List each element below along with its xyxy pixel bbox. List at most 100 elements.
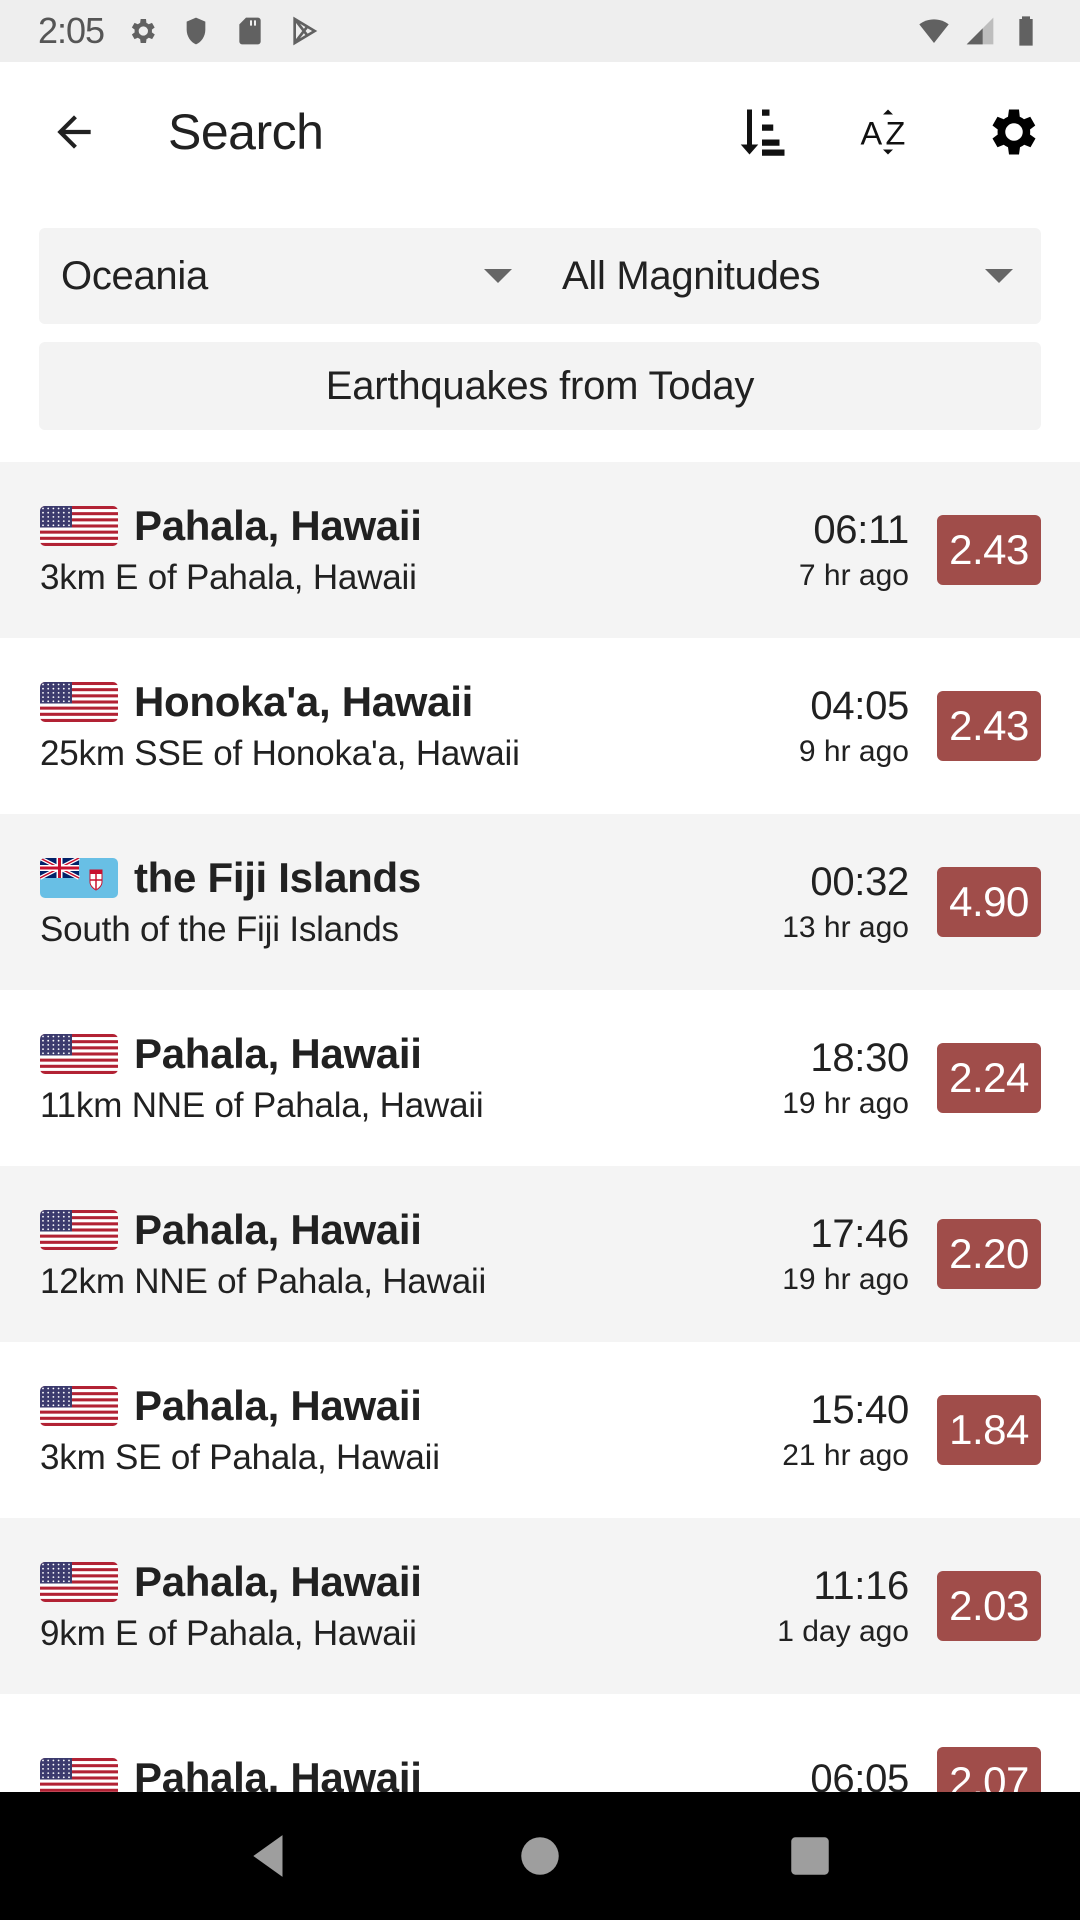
earthquake-info: Honoka'a, Hawaii 25km SSE of Honoka'a, H…	[40, 678, 799, 774]
earthquake-title-line: Pahala, Hawaii	[40, 1754, 810, 1792]
earthquake-place: Pahala, Hawaii	[134, 1382, 422, 1429]
earthquake-time: 06:05	[810, 1756, 909, 1793]
dropdown-arrow-icon	[484, 269, 512, 283]
earthquake-description: 12km NNE of Pahala, Hawaii	[40, 1262, 487, 1301]
earthquake-title-line: Honoka'a, Hawaii	[40, 678, 799, 726]
earthquake-place: Pahala, Hawaii	[134, 502, 422, 549]
earthquake-description: South of the Fiji Islands	[40, 910, 399, 949]
magnitude-value: 2.24	[949, 1054, 1029, 1101]
earthquake-time: 06:11	[813, 507, 909, 552]
magnitude-value: 2.07	[949, 1758, 1029, 1792]
earthquake-description: 3km E of Pahala, Hawaii	[40, 558, 417, 597]
arrow-back-icon	[57, 115, 91, 149]
filter-bar: Oceania All Magnitudes	[39, 228, 1041, 324]
magnitude-value: 2.20	[949, 1230, 1029, 1277]
us-flag	[40, 1386, 118, 1426]
sort-by-time-button[interactable]	[714, 84, 810, 180]
magnitude-value: 4.90	[949, 878, 1029, 925]
sort-alphabetical-button[interactable]: A Z	[840, 84, 936, 180]
earthquake-time-info: 06:11 7 hr ago	[799, 508, 909, 593]
shield-icon	[180, 14, 212, 48]
us-flag	[40, 1034, 118, 1074]
earthquake-time: 17:46	[810, 1211, 909, 1256]
recents-square-icon	[791, 1837, 829, 1875]
earthquake-title-line: Pahala, Hawaii	[40, 1558, 777, 1606]
earthquake-place: Honoka'a, Hawaii	[134, 678, 473, 725]
earthquake-info: Pahala, Hawaii 3km SE of Pahala, Hawaii	[40, 1382, 782, 1478]
earthquake-title-line: Pahala, Hawaii	[40, 502, 799, 550]
earthquakes-today-button[interactable]: Earthquakes from Today	[39, 342, 1041, 430]
status-icons-left	[126, 14, 320, 48]
earthquakes-today-label: Earthquakes from Today	[325, 363, 755, 408]
status-icons-right	[918, 14, 1042, 48]
sort-az-icon: A Z	[861, 109, 905, 155]
settings-button[interactable]	[966, 84, 1062, 180]
gear-icon	[992, 109, 1036, 155]
dropdown-arrow-icon	[985, 269, 1013, 283]
earthquake-info: the Fiji Islands South of the Fiji Islan…	[40, 854, 782, 950]
magnitude-dropdown[interactable]: All Magnitudes	[540, 228, 1041, 324]
settings-icon	[126, 14, 158, 48]
us-flag	[40, 1210, 118, 1250]
earthquake-row[interactable]: Pahala, Hawaii 11km NNE of Pahala, Hawai…	[0, 990, 1080, 1166]
magnitude-badge: 2.43	[937, 515, 1041, 585]
earthquake-row[interactable]: Pahala, Hawaii 12km NNE of Pahala, Hawai…	[0, 1166, 1080, 1342]
us-flag	[40, 506, 118, 546]
earthquake-row[interactable]: Honoka'a, Hawaii 25km SSE of Honoka'a, H…	[0, 638, 1080, 814]
cellular-signal-icon	[964, 14, 996, 48]
earthquake-row[interactable]: Pahala, Hawaii 3km E of Pahala, Hawaii 0…	[0, 462, 1080, 638]
magnitude-badge: 2.24	[937, 1043, 1041, 1113]
magnitude-badge: 2.03	[937, 1571, 1041, 1641]
earthquake-relative-time: 19 hr ago	[782, 1086, 909, 1120]
earthquake-description: 11km NNE of Pahala, Hawaii	[40, 1086, 484, 1125]
magnitude-value: 2.43	[949, 526, 1029, 573]
status-bar: 2:05	[0, 0, 1080, 62]
earthquake-info: Pahala, Hawaii 9km E of Pahala, Hawaii	[40, 1558, 777, 1654]
magnitude-value: 2.43	[949, 702, 1029, 749]
magnitude-dropdown-value: All Magnitudes	[562, 253, 821, 298]
region-dropdown[interactable]: Oceania	[39, 228, 540, 324]
earthquake-relative-time: 19 hr ago	[782, 1262, 909, 1296]
earthquake-time: 00:32	[810, 859, 909, 904]
back-button[interactable]	[34, 92, 114, 172]
earthquake-relative-time: 1 day ago	[777, 1614, 909, 1648]
home-circle-icon	[521, 1837, 559, 1875]
earthquake-relative-time: 13 hr ago	[782, 910, 909, 944]
magnitude-badge: 2.07	[937, 1747, 1041, 1792]
svg-text:A: A	[861, 116, 883, 152]
earthquake-time-info: 15:40 21 hr ago	[782, 1388, 909, 1473]
earthquake-time-info: 06:05	[810, 1757, 909, 1793]
earthquake-time: 04:05	[810, 683, 909, 728]
nav-home-button[interactable]	[480, 1806, 600, 1906]
back-triangle-icon	[253, 1835, 283, 1877]
earthquake-relative-time: 7 hr ago	[798, 558, 909, 592]
app-bar: Search A Z	[0, 62, 1080, 202]
earthquake-row[interactable]: Pahala, Hawaii 06:05 2.07	[0, 1694, 1080, 1792]
earthquake-row[interactable]: Pahala, Hawaii 9km E of Pahala, Hawaii 1…	[0, 1518, 1080, 1694]
earthquake-description: 3km SE of Pahala, Hawaii	[40, 1438, 440, 1477]
earthquake-relative-time: 9 hr ago	[798, 734, 909, 768]
magnitude-badge: 2.43	[937, 691, 1041, 761]
sort-descending-icon	[740, 109, 785, 156]
magnitude-badge: 1.84	[937, 1395, 1041, 1465]
nav-back-button[interactable]	[210, 1806, 330, 1906]
magnitude-badge: 2.20	[937, 1219, 1041, 1289]
magnitude-value: 2.03	[949, 1582, 1029, 1629]
earthquake-time-info: 00:32 13 hr ago	[782, 860, 909, 945]
app-bar-actions: A Z	[684, 84, 1062, 180]
earthquake-row[interactable]: Pahala, Hawaii 3km SE of Pahala, Hawaii …	[0, 1342, 1080, 1518]
us-flag	[40, 1562, 118, 1602]
earthquake-title-line: Pahala, Hawaii	[40, 1030, 782, 1078]
sd-card-icon	[234, 14, 266, 48]
earthquake-time: 15:40	[810, 1387, 909, 1432]
earthquake-description: 9km E of Pahala, Hawaii	[40, 1614, 417, 1653]
system-nav-bar	[0, 1792, 1080, 1920]
earthquake-row[interactable]: the Fiji Islands South of the Fiji Islan…	[0, 814, 1080, 990]
earthquake-list[interactable]: Pahala, Hawaii 3km E of Pahala, Hawaii 0…	[0, 462, 1080, 1792]
page-title: Search	[168, 104, 324, 160]
magnitude-badge: 4.90	[937, 867, 1041, 937]
us-flag	[40, 682, 118, 722]
earthquake-title-line: Pahala, Hawaii	[40, 1382, 782, 1430]
nav-recents-button[interactable]	[750, 1806, 870, 1906]
earthquake-info: Pahala, Hawaii 3km E of Pahala, Hawaii	[40, 502, 799, 598]
